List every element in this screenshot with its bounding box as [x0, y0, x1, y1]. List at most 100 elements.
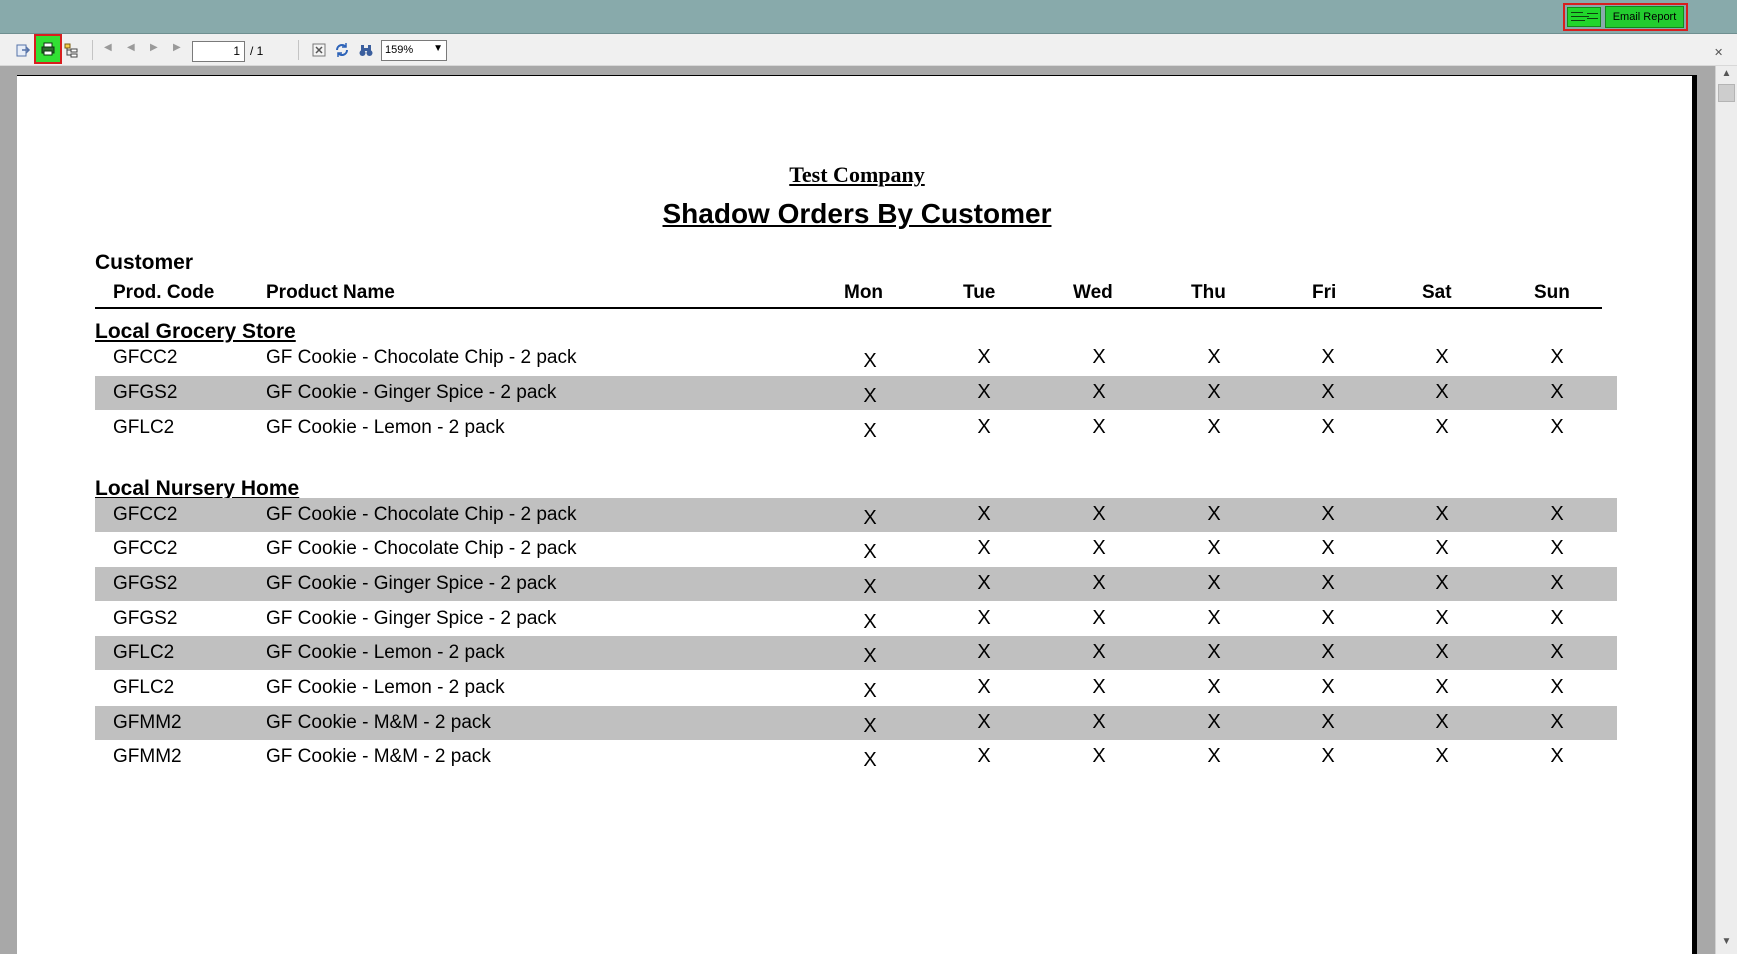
- thu-mark: X: [1207, 503, 1221, 525]
- scroll-thumb[interactable]: [1718, 84, 1735, 102]
- product-name: GF Cookie - Ginger Spice - 2 pack: [266, 382, 557, 403]
- fri-mark: X: [1321, 641, 1335, 663]
- prod-code: GFCC2: [113, 538, 178, 559]
- report-toolbar: ◀ ◀ ▶ ▶ 1 / 1 159% ▼ ✕: [0, 34, 1737, 66]
- last-page-icon[interactable]: ▶: [173, 42, 181, 53]
- thu-mark: X: [1207, 607, 1221, 629]
- mon-mark: X: [863, 749, 877, 771]
- wed-mark: X: [1092, 607, 1106, 629]
- sun-mark: X: [1550, 346, 1564, 368]
- thu-mark: X: [1207, 416, 1221, 438]
- sat-mark: X: [1435, 346, 1449, 368]
- thu-mark: X: [1207, 676, 1221, 698]
- export-icon[interactable]: [13, 40, 33, 60]
- col-header-name: Product Name: [266, 282, 395, 303]
- tue-mark: X: [977, 745, 991, 767]
- wed-mark: X: [1092, 346, 1106, 368]
- sun-mark: X: [1550, 503, 1564, 525]
- table-row: GFGS2 GF Cookie - Ginger Spice - 2 pack …: [95, 567, 1617, 601]
- table-row: GFCC2 GF Cookie - Chocolate Chip - 2 pac…: [95, 532, 1617, 566]
- prev-page-icon[interactable]: ◀: [127, 42, 135, 53]
- prod-code: GFGS2: [113, 382, 178, 403]
- first-page-icon[interactable]: ◀: [104, 42, 112, 53]
- report-title: Shadow Orders By Customer: [662, 198, 1052, 229]
- toolbar-separator: [92, 40, 93, 60]
- zoom-value: 159%: [385, 44, 414, 56]
- wed-mark: X: [1092, 572, 1106, 594]
- wed-mark: X: [1092, 381, 1106, 403]
- page-total: / 1: [250, 44, 264, 58]
- sat-mark: X: [1435, 711, 1449, 733]
- product-name: GF Cookie - Lemon - 2 pack: [266, 417, 505, 438]
- col-header-sat: Sat: [1422, 282, 1452, 303]
- sat-mark: X: [1435, 745, 1449, 767]
- prod-code: GFCC2: [113, 347, 178, 368]
- fri-mark: X: [1321, 676, 1335, 698]
- fri-mark: X: [1321, 745, 1335, 767]
- tue-mark: X: [977, 676, 991, 698]
- thu-mark: X: [1207, 641, 1221, 663]
- mon-mark: X: [863, 680, 877, 702]
- mon-mark: X: [863, 576, 877, 598]
- wed-mark: X: [1092, 641, 1106, 663]
- tue-mark: X: [977, 416, 991, 438]
- fri-mark: X: [1321, 537, 1335, 559]
- email-report-group: Email Report: [1563, 3, 1688, 31]
- page-number-input[interactable]: 1: [192, 41, 245, 62]
- zoom-select[interactable]: 159% ▼: [381, 40, 447, 61]
- thu-mark: X: [1207, 537, 1221, 559]
- stop-icon[interactable]: [309, 40, 329, 60]
- thu-mark: X: [1207, 346, 1221, 368]
- wed-mark: X: [1092, 711, 1106, 733]
- product-name: GF Cookie - Ginger Spice - 2 pack: [266, 608, 557, 629]
- scroll-up-icon[interactable]: ▲: [1716, 68, 1737, 84]
- chevron-down-icon: ▼: [433, 43, 443, 54]
- group-tree-icon[interactable]: [61, 40, 81, 60]
- col-header-fri: Fri: [1312, 282, 1337, 303]
- table-row: GFGS2 GF Cookie - Ginger Spice - 2 pack …: [95, 376, 1617, 410]
- wed-mark: X: [1092, 416, 1106, 438]
- mon-mark: X: [863, 507, 877, 529]
- table-row: GFMM2 GF Cookie - M&M - 2 pack X X X X X…: [95, 740, 1617, 774]
- table-row: GFGS2 GF Cookie - Ginger Spice - 2 pack …: [95, 602, 1617, 636]
- fri-mark: X: [1321, 607, 1335, 629]
- sun-mark: X: [1550, 676, 1564, 698]
- mon-mark: X: [863, 611, 877, 633]
- report-viewer: Test Company Shadow Orders By Customer C…: [0, 66, 1715, 954]
- tue-mark: X: [977, 503, 991, 525]
- tue-mark: X: [977, 381, 991, 403]
- email-icon[interactable]: [1567, 7, 1601, 27]
- scroll-down-icon[interactable]: ▼: [1716, 936, 1737, 952]
- binoculars-icon[interactable]: [356, 40, 376, 60]
- product-name: GF Cookie - Ginger Spice - 2 pack: [266, 573, 557, 594]
- prod-code: GFMM2: [113, 712, 182, 733]
- toolbar-separator: [298, 40, 299, 60]
- print-icon[interactable]: [34, 34, 62, 64]
- email-report-button[interactable]: Email Report: [1605, 6, 1684, 28]
- mon-mark: X: [863, 645, 877, 667]
- fri-mark: X: [1321, 416, 1335, 438]
- fri-mark: X: [1321, 381, 1335, 403]
- fri-mark: X: [1321, 503, 1335, 525]
- table-row: GFCC2 GF Cookie - Chocolate Chip - 2 pac…: [95, 498, 1617, 532]
- refresh-icon[interactable]: [332, 40, 352, 60]
- customer-header: Customer: [95, 251, 194, 274]
- vertical-scrollbar[interactable]: ▲ ▼: [1715, 66, 1737, 954]
- header-rule: [95, 307, 1602, 309]
- mon-mark: X: [863, 420, 877, 442]
- thu-mark: X: [1207, 711, 1221, 733]
- product-name: GF Cookie - Chocolate Chip - 2 pack: [266, 538, 577, 559]
- report-page: Test Company Shadow Orders By Customer C…: [17, 75, 1697, 954]
- close-icon[interactable]: ✕: [1714, 46, 1723, 59]
- product-name: GF Cookie - M&M - 2 pack: [266, 712, 491, 733]
- sun-mark: X: [1550, 416, 1564, 438]
- sun-mark: X: [1550, 607, 1564, 629]
- sat-mark: X: [1435, 416, 1449, 438]
- fri-mark: X: [1321, 711, 1335, 733]
- thu-mark: X: [1207, 381, 1221, 403]
- sun-mark: X: [1550, 537, 1564, 559]
- next-page-icon[interactable]: ▶: [150, 42, 158, 53]
- col-header-wed: Wed: [1073, 282, 1113, 303]
- tue-mark: X: [977, 607, 991, 629]
- col-header-code: Prod. Code: [113, 282, 215, 303]
